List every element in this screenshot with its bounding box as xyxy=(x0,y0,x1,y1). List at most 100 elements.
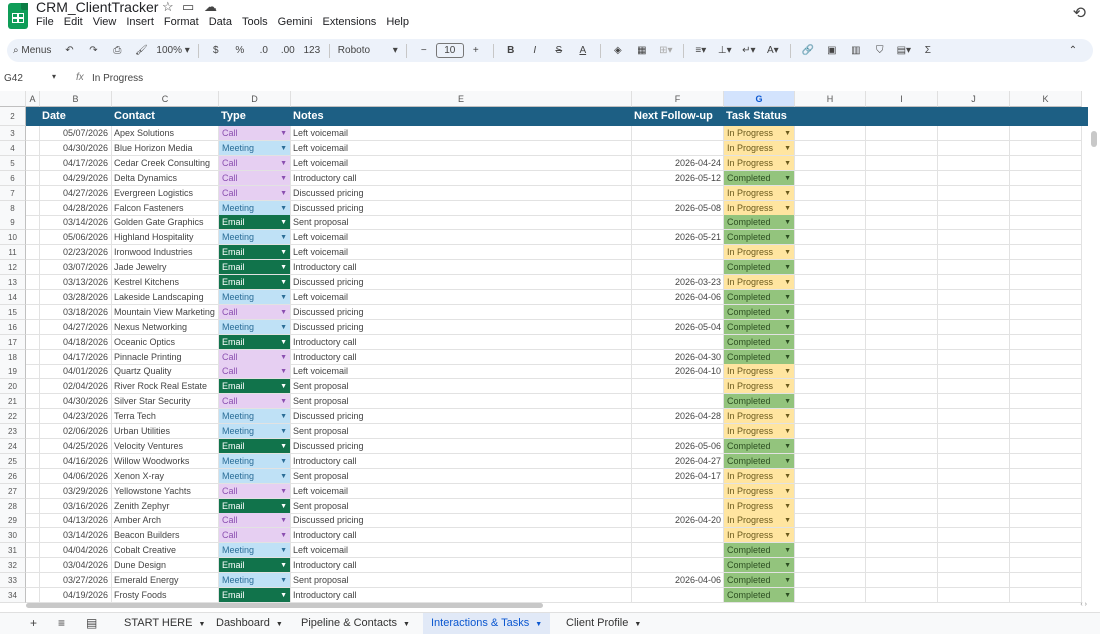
chevron-down-icon[interactable]: ▼ xyxy=(784,454,791,468)
chevron-down-icon[interactable]: ▼ xyxy=(280,320,287,334)
row-number[interactable]: 16 xyxy=(0,319,26,335)
cell-k[interactable] xyxy=(1010,304,1082,320)
date-cell[interactable]: 04/27/2026 xyxy=(40,185,112,201)
cell-h[interactable] xyxy=(795,185,866,201)
column-header-b[interactable]: B xyxy=(40,91,112,107)
cell-h[interactable] xyxy=(795,215,866,231)
contact-cell[interactable]: Amber Arch xyxy=(112,513,219,529)
row-number[interactable]: 4 xyxy=(0,140,26,156)
cell-k[interactable] xyxy=(1010,200,1082,216)
cell-i[interactable] xyxy=(866,200,938,216)
chevron-down-icon[interactable]: ▼ xyxy=(280,126,287,140)
insert-link-icon[interactable]: 🔗 xyxy=(796,41,820,61)
cell-h[interactable] xyxy=(795,364,866,380)
cell-i[interactable] xyxy=(866,438,938,454)
row-number[interactable]: 26 xyxy=(0,468,26,484)
menu-item-data[interactable]: Data xyxy=(209,16,238,28)
cell-h[interactable] xyxy=(795,528,866,544)
bold-icon[interactable]: B xyxy=(499,41,523,61)
contact-cell[interactable]: Dune Design xyxy=(112,558,219,574)
text-wrapping-icon[interactable]: ↵▾ xyxy=(737,41,761,61)
cell-h[interactable] xyxy=(795,409,866,425)
type-dropdown-chip[interactable]: Email ▼ xyxy=(219,558,291,574)
decrease-font-size-icon[interactable]: − xyxy=(412,41,436,61)
contact-cell[interactable]: Delta Dynamics xyxy=(112,170,219,186)
date-cell[interactable]: 03/14/2026 xyxy=(40,215,112,231)
cell-i[interactable] xyxy=(866,453,938,469)
contact-cell[interactable]: Emerald Energy xyxy=(112,573,219,588)
status-dropdown-chip[interactable]: Completed ▼ xyxy=(724,230,795,246)
notes-cell[interactable]: Discussed pricing xyxy=(291,513,632,529)
zoom-select[interactable]: 100% ▾ xyxy=(153,41,192,61)
header-date[interactable]: Date xyxy=(40,107,112,126)
followup-cell[interactable]: 2026-05-12 xyxy=(632,170,724,186)
notes-cell[interactable]: Discussed pricing xyxy=(291,319,632,335)
formula-input[interactable]: In Progress xyxy=(92,73,143,84)
type-dropdown-chip[interactable]: Call ▼ xyxy=(219,513,291,529)
notes-cell[interactable]: Sent proposal xyxy=(291,215,632,231)
date-cell[interactable]: 03/27/2026 xyxy=(40,573,112,588)
status-dropdown-chip[interactable]: In Progress ▼ xyxy=(724,468,795,484)
percent-format-button[interactable]: % xyxy=(228,41,252,61)
notes-cell[interactable]: Left voicemail xyxy=(291,155,632,171)
cell-k[interactable] xyxy=(1010,379,1082,395)
chevron-down-icon[interactable]: ▼ xyxy=(198,621,205,628)
status-dropdown-chip[interactable]: Completed ▼ xyxy=(724,453,795,469)
notes-cell[interactable]: Introductory call xyxy=(291,453,632,469)
date-cell[interactable]: 02/23/2026 xyxy=(40,245,112,261)
font-size-input[interactable]: 10 xyxy=(435,43,464,58)
column-header-e[interactable]: E xyxy=(291,91,632,107)
cell-j[interactable] xyxy=(938,438,1010,454)
cell-a[interactable] xyxy=(26,558,40,574)
chevron-down-icon[interactable]: ▼ xyxy=(784,543,791,557)
cell-a[interactable] xyxy=(26,587,40,603)
date-cell[interactable]: 04/16/2026 xyxy=(40,453,112,469)
status-dropdown-chip[interactable]: In Progress ▼ xyxy=(724,528,795,544)
cell-i[interactable] xyxy=(866,185,938,201)
notes-cell[interactable]: Discussed pricing xyxy=(291,438,632,454)
add-sheet-icon[interactable]: + xyxy=(30,616,37,630)
chevron-down-icon[interactable]: ▼ xyxy=(280,543,287,557)
cell-a[interactable] xyxy=(26,349,40,365)
cell-j[interactable] xyxy=(938,513,1010,529)
name-box[interactable]: G42 xyxy=(4,73,23,84)
sheet-tab-client-profile[interactable]: Client Profile ▼ xyxy=(558,613,649,634)
contact-cell[interactable]: Willow Woodworks xyxy=(112,453,219,469)
row-number[interactable]: 32 xyxy=(0,558,26,574)
date-cell[interactable]: 04/04/2026 xyxy=(40,543,112,559)
cell-h[interactable] xyxy=(795,468,866,484)
cell-h[interactable] xyxy=(795,126,866,141)
date-cell[interactable]: 04/27/2026 xyxy=(40,319,112,335)
contact-cell[interactable]: Frosty Foods xyxy=(112,587,219,603)
date-cell[interactable]: 03/16/2026 xyxy=(40,498,112,514)
row-number[interactable]: 24 xyxy=(0,438,26,454)
date-cell[interactable]: 04/13/2026 xyxy=(40,513,112,529)
status-dropdown-chip[interactable]: Completed ▼ xyxy=(724,289,795,305)
chevron-down-icon[interactable]: ▼ xyxy=(280,156,287,170)
column-header-j[interactable]: J xyxy=(938,91,1010,107)
cell-j[interactable] xyxy=(938,304,1010,320)
cell-h[interactable] xyxy=(795,349,866,365)
cell-i[interactable] xyxy=(866,260,938,276)
followup-cell[interactable] xyxy=(632,558,724,574)
row-number[interactable]: 3 xyxy=(0,126,26,141)
chevron-down-icon[interactable]: ▼ xyxy=(280,379,287,393)
cell-h[interactable] xyxy=(795,200,866,216)
followup-cell[interactable]: 2026-04-06 xyxy=(632,289,724,305)
cell-h[interactable] xyxy=(795,513,866,529)
cell-j[interactable] xyxy=(938,453,1010,469)
cell-k[interactable] xyxy=(1010,453,1082,469)
followup-cell[interactable]: 2026-03-23 xyxy=(632,275,724,290)
chevron-down-icon[interactable]: ▼ xyxy=(280,484,287,498)
cell-h[interactable] xyxy=(795,245,866,261)
contact-cell[interactable]: Quartz Quality xyxy=(112,364,219,380)
followup-cell[interactable]: 2026-05-06 xyxy=(632,438,724,454)
row-number[interactable]: 11 xyxy=(0,245,26,261)
cell-j[interactable] xyxy=(938,155,1010,171)
cell-a[interactable] xyxy=(26,513,40,529)
cell-h[interactable] xyxy=(795,483,866,499)
followup-cell[interactable]: 2026-05-21 xyxy=(632,230,724,246)
type-dropdown-chip[interactable]: Meeting ▼ xyxy=(219,409,291,425)
cell-i[interactable] xyxy=(866,379,938,395)
cell-i[interactable] xyxy=(866,394,938,410)
